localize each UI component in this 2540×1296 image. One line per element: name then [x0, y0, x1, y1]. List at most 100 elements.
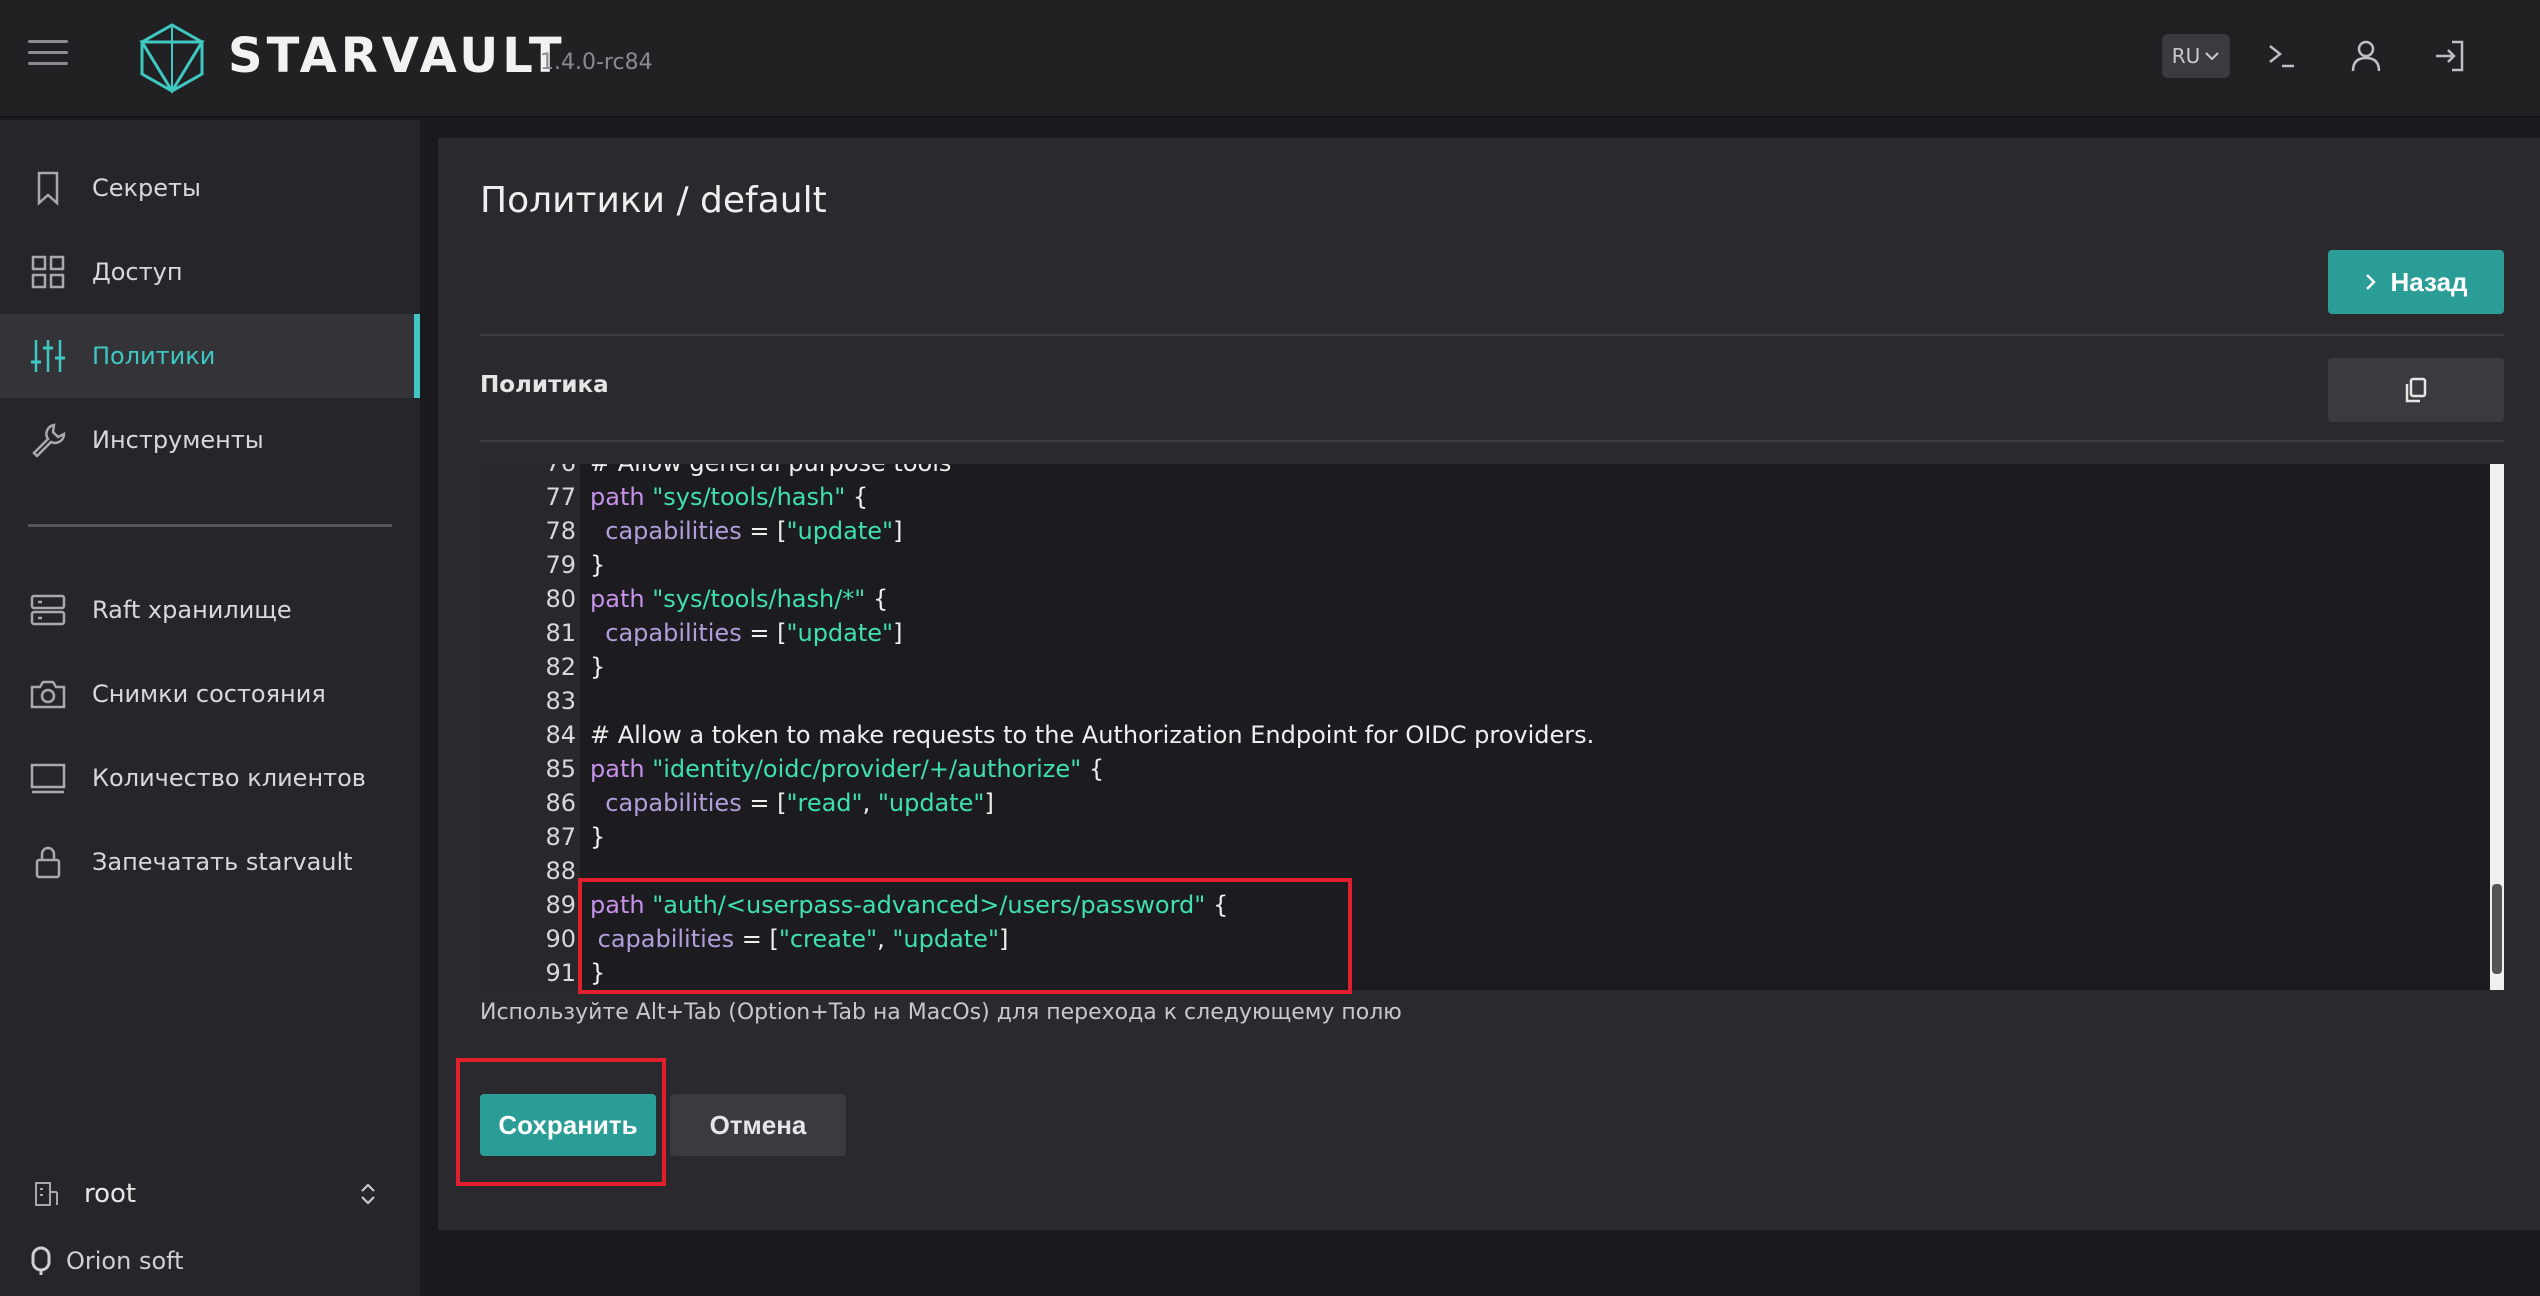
- line-number: 82: [545, 653, 576, 681]
- code-text: path "sys/tools/hash" {: [590, 483, 869, 511]
- sidebar-item-label: Секреты: [92, 174, 201, 202]
- sidebar-item-raft-storage[interactable]: Raft хранилище: [0, 568, 420, 652]
- code-text: capabilities = ["update"]: [605, 619, 903, 647]
- code-line[interactable]: 80 path "sys/tools/hash/*" {: [480, 582, 2480, 616]
- code-line[interactable]: 82}: [480, 650, 2480, 684]
- line-number: 78: [545, 517, 576, 545]
- grid-icon: [31, 255, 65, 289]
- monitor-icon: [30, 763, 66, 794]
- code-line[interactable]: 86 capabilities = ["read", "update"]: [480, 786, 2480, 820]
- wrench-icon: [32, 423, 66, 458]
- sidebar-item-seal[interactable]: Запечатать starvault: [0, 820, 420, 904]
- bookmark-icon: [37, 171, 59, 206]
- brand-name: STARVAULT: [228, 28, 566, 84]
- divider: [480, 440, 2504, 442]
- line-number: 76: [480, 464, 576, 480]
- terminal-icon[interactable]: [2262, 36, 2302, 76]
- line-number: 88: [545, 857, 576, 885]
- line-number: 77: [545, 483, 576, 511]
- sidebar-item-label: Политики: [92, 342, 216, 370]
- sidebar-item-secrets[interactable]: Секреты: [0, 146, 420, 230]
- server-icon: [30, 594, 66, 626]
- code-line[interactable]: 79}: [480, 548, 2480, 582]
- version-label: 1.4.0-rc84: [540, 50, 653, 75]
- editor-scrollbar[interactable]: [2490, 464, 2504, 990]
- code-text: path "auth/<userpass-advanced>/users/pas…: [590, 891, 1229, 919]
- copy-icon: [2405, 377, 2427, 403]
- sidebar-item-snapshots[interactable]: Снимки состояния: [0, 652, 420, 736]
- sliders-icon: [31, 340, 65, 372]
- code-text: capabilities = ["create", "update"]: [597, 925, 1009, 953]
- sidebar-item-label: Количество клиентов: [92, 764, 366, 792]
- sidebar-item-access[interactable]: Доступ: [0, 230, 420, 314]
- code-line[interactable]: 84 # Allow a token to make requests to th…: [480, 718, 2480, 752]
- code-text: path "sys/tools/hash/*" {: [590, 585, 889, 613]
- cancel-button[interactable]: Отмена: [670, 1094, 846, 1156]
- chevron-updown-icon: [361, 1183, 375, 1205]
- line-number: 81: [545, 619, 576, 647]
- section-label: Политика: [480, 372, 609, 398]
- orion-logo-icon: [31, 1246, 51, 1275]
- vendor-footer: Orion soft: [28, 1246, 184, 1276]
- language-selector[interactable]: RU: [2162, 34, 2230, 78]
- scroll-thumb[interactable]: [2492, 884, 2502, 974]
- back-button[interactable]: Назад: [2328, 250, 2504, 314]
- code-line[interactable]: 85 path "identity/oidc/provider/+/authori…: [480, 752, 2480, 786]
- sidebar-item-policies[interactable]: Политики: [0, 314, 420, 398]
- code-line[interactable]: 87}: [480, 820, 2480, 854]
- sidebar-item-label: Снимки состояния: [92, 680, 326, 708]
- sidebar-item-tools[interactable]: Инструменты: [0, 398, 420, 482]
- hamburger-menu-icon[interactable]: [28, 40, 68, 74]
- line-number: 83: [545, 687, 576, 715]
- sidebar-divider: [28, 524, 392, 527]
- language-code: RU: [2171, 44, 2201, 68]
- starvault-logo-icon: [139, 23, 205, 94]
- line-number: 84: [545, 721, 576, 749]
- code-line[interactable]: 89 path "auth/<userpass-advanced>/users/p…: [480, 888, 2480, 922]
- line-number: 85: [545, 755, 576, 783]
- policy-code-editor[interactable]: 76 # Allow general purpose tools 77 path "s…: [480, 464, 2504, 990]
- line-number: 89: [545, 891, 576, 919]
- code-text: # Allow a token to make requests to the …: [590, 721, 1595, 749]
- code-text: capabilities = ["update"]: [605, 517, 903, 545]
- building-icon: [35, 1182, 58, 1206]
- code-text: # Allow general purpose tools: [590, 464, 951, 480]
- back-button-label: Назад: [2390, 266, 2468, 297]
- save-button[interactable]: Сохранить: [480, 1094, 656, 1156]
- page-title: Политики / default: [480, 180, 827, 221]
- code-line[interactable]: 88: [480, 854, 2480, 888]
- chevron-down-icon: [2205, 52, 2219, 61]
- code-text: }: [590, 551, 606, 579]
- code-line[interactable]: 91}: [480, 956, 2480, 990]
- top-header: STARVAULT 1.4.0-rc84 RU: [0, 0, 2540, 118]
- sidebar-item-label: Инструменты: [92, 426, 264, 454]
- sidebar-item-label: Запечатать starvault: [92, 848, 353, 876]
- namespace-name: root: [84, 1179, 137, 1209]
- sidebar: Секреты Доступ Политики Инструменты Raft…: [0, 120, 420, 1296]
- code-line[interactable]: 77 path "sys/tools/hash" {: [480, 480, 2480, 514]
- code-text: path "identity/oidc/provider/+/authorize…: [590, 755, 1105, 783]
- user-icon[interactable]: [2346, 36, 2386, 76]
- sidebar-item-client-count[interactable]: Количество клиентов: [0, 736, 420, 820]
- code-line[interactable]: 76 # Allow general purpose tools: [480, 464, 2480, 480]
- line-number: 86: [545, 789, 576, 817]
- copy-button[interactable]: [2328, 358, 2504, 422]
- vendor-name: Orion soft: [66, 1247, 184, 1275]
- code-line[interactable]: 81 capabilities = ["update"]: [480, 616, 2480, 650]
- editor-hint: Используйте Alt+Tab (Option+Tab на MacOs…: [480, 1000, 1402, 1025]
- camera-icon: [30, 680, 66, 709]
- line-number: 91: [545, 959, 576, 987]
- sidebar-item-label: Доступ: [92, 258, 183, 286]
- code-line[interactable]: 78 capabilities = ["update"]: [480, 514, 2480, 548]
- namespace-selector[interactable]: root: [28, 1172, 392, 1216]
- chevron-right-icon: [2366, 274, 2377, 290]
- code-text: }: [590, 959, 606, 987]
- line-number: 79: [545, 551, 576, 579]
- line-number: 87: [545, 823, 576, 851]
- lock-icon: [35, 846, 61, 879]
- line-number: 80: [545, 585, 576, 613]
- code-text: capabilities = ["read", "update"]: [605, 789, 994, 817]
- code-line[interactable]: 83: [480, 684, 2480, 718]
- code-line[interactable]: 90 capabilities = ["create", "update"]: [480, 922, 2480, 956]
- logout-icon[interactable]: [2430, 36, 2470, 76]
